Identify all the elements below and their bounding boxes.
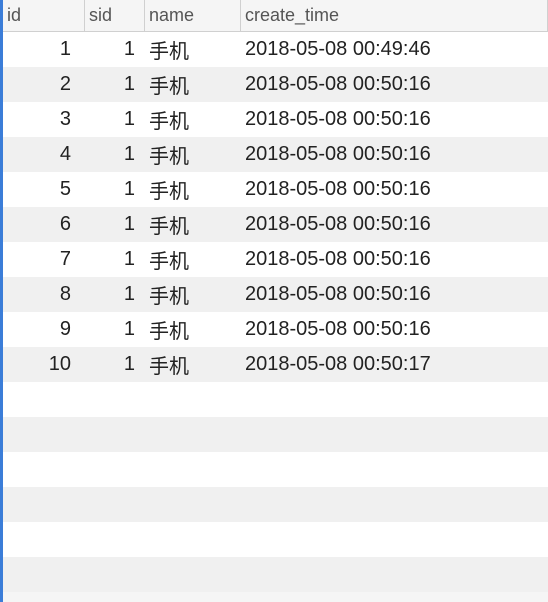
table-row[interactable]: 21手机2018-05-08 00:50:16: [3, 67, 548, 102]
table-row[interactable]: 81手机2018-05-08 00:50:16: [3, 277, 548, 312]
cell-id[interactable]: 6: [3, 207, 85, 242]
cell-sid[interactable]: 1: [85, 102, 145, 137]
cell-id[interactable]: 9: [3, 312, 85, 347]
table-row[interactable]: 41手机2018-05-08 00:50:16: [3, 137, 548, 172]
cell-id[interactable]: 4: [3, 137, 85, 172]
cell-create-time[interactable]: 2018-05-08 00:50:16: [241, 67, 548, 102]
cell-id[interactable]: 7: [3, 242, 85, 277]
empty-row: [3, 382, 548, 417]
cell-id[interactable]: 1: [3, 32, 85, 67]
cell-create-time[interactable]: 2018-05-08 00:50:16: [241, 102, 548, 137]
table-row[interactable]: 31手机2018-05-08 00:50:16: [3, 102, 548, 137]
cell-sid[interactable]: 1: [85, 172, 145, 207]
cell-id[interactable]: 10: [3, 347, 85, 382]
cell-id[interactable]: 3: [3, 102, 85, 137]
cell-id[interactable]: 2: [3, 67, 85, 102]
table-row[interactable]: 51手机2018-05-08 00:50:16: [3, 172, 548, 207]
data-table: id sid name create_time 11手机2018-05-08 0…: [0, 0, 548, 602]
table-row[interactable]: 91手机2018-05-08 00:50:16: [3, 312, 548, 347]
cell-sid[interactable]: 1: [85, 137, 145, 172]
cell-id[interactable]: 8: [3, 277, 85, 312]
empty-row: [3, 452, 548, 487]
cell-sid[interactable]: 1: [85, 207, 145, 242]
table-row[interactable]: 71手机2018-05-08 00:50:16: [3, 242, 548, 277]
cell-sid[interactable]: 1: [85, 32, 145, 67]
table-body: 11手机2018-05-08 00:49:4621手机2018-05-08 00…: [3, 32, 548, 382]
table-row[interactable]: 61手机2018-05-08 00:50:16: [3, 207, 548, 242]
table-row[interactable]: 101手机2018-05-08 00:50:17: [3, 347, 548, 382]
cell-create-time[interactable]: 2018-05-08 00:50:16: [241, 137, 548, 172]
cell-sid[interactable]: 1: [85, 67, 145, 102]
cell-name[interactable]: 手机: [145, 344, 241, 385]
empty-row: [3, 417, 548, 452]
cell-create-time[interactable]: 2018-05-08 00:50:17: [241, 347, 548, 382]
cell-create-time[interactable]: 2018-05-08 00:49:46: [241, 32, 548, 67]
empty-row: [3, 522, 548, 557]
empty-area: [3, 382, 548, 592]
cell-sid[interactable]: 1: [85, 242, 145, 277]
cell-create-time[interactable]: 2018-05-08 00:50:16: [241, 207, 548, 242]
cell-create-time[interactable]: 2018-05-08 00:50:16: [241, 242, 548, 277]
column-header-name[interactable]: name: [145, 0, 241, 31]
cell-create-time[interactable]: 2018-05-08 00:50:16: [241, 277, 548, 312]
empty-row: [3, 487, 548, 522]
cell-create-time[interactable]: 2018-05-08 00:50:16: [241, 312, 548, 347]
cell-sid[interactable]: 1: [85, 312, 145, 347]
column-header-id[interactable]: id: [3, 0, 85, 31]
cell-create-time[interactable]: 2018-05-08 00:50:16: [241, 172, 548, 207]
column-header-sid[interactable]: sid: [85, 0, 145, 31]
table-row[interactable]: 11手机2018-05-08 00:49:46: [3, 32, 548, 67]
table-header-row: id sid name create_time: [3, 0, 548, 32]
cell-id[interactable]: 5: [3, 172, 85, 207]
cell-sid[interactable]: 1: [85, 347, 145, 382]
empty-row: [3, 557, 548, 592]
column-header-create-time[interactable]: create_time: [241, 0, 548, 31]
cell-sid[interactable]: 1: [85, 277, 145, 312]
